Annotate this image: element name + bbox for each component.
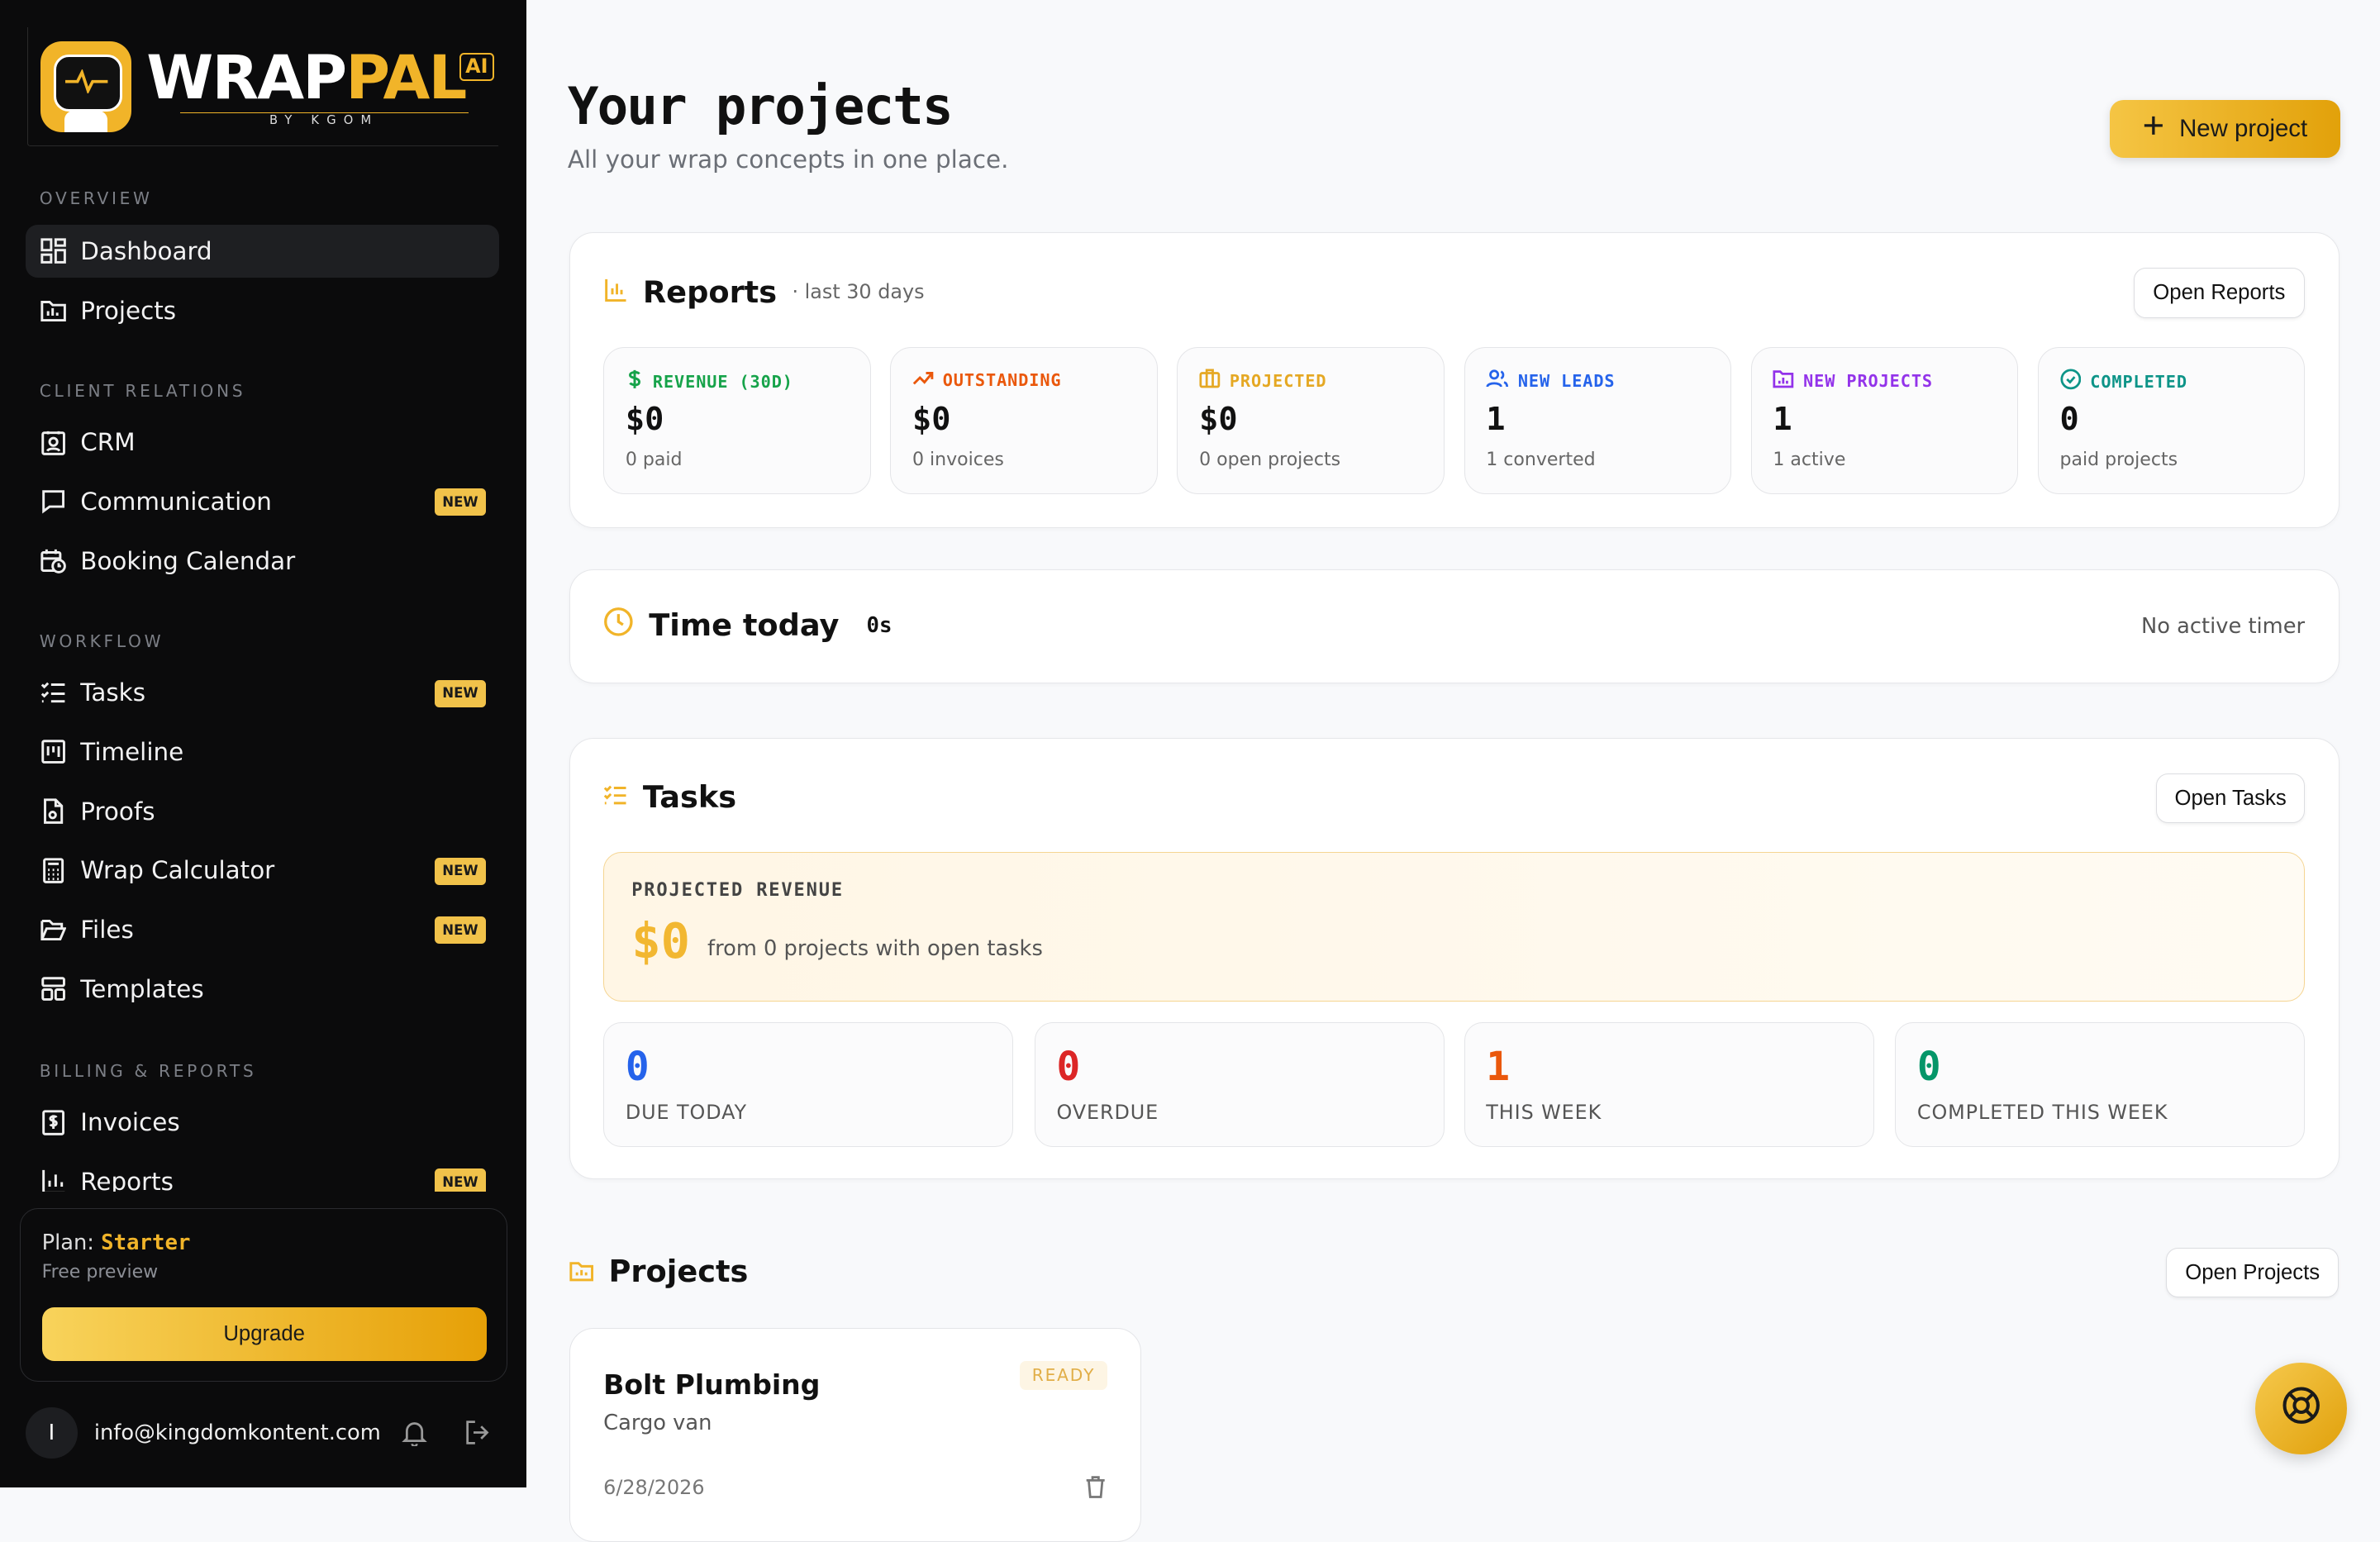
- lifebuoy-icon: [2280, 1384, 2322, 1432]
- users-icon: [1486, 369, 1509, 393]
- calculator-icon: [40, 857, 67, 884]
- sidebar-item-projects[interactable]: Projects: [26, 283, 499, 336]
- bar-chart-icon: [40, 1168, 67, 1192]
- sidebar-item-dashboard[interactable]: Dashboard: [26, 224, 500, 278]
- sidebar-item-tasks[interactable]: Tasks NEW: [26, 666, 499, 719]
- check-circle-icon: [2059, 369, 2082, 394]
- stat-completed: COMPLETED 0 paid projects: [2037, 346, 2306, 495]
- ai-badge: AI: [459, 53, 494, 81]
- time-today-card: Time today 0s No active timer: [569, 569, 2340, 683]
- sidebar-scroll-clip: Reports NEW: [0, 1155, 526, 1192]
- plan-subtitle: Free preview: [41, 1262, 159, 1283]
- timer-status: No active timer: [2141, 614, 2306, 639]
- brand-wordmark: WRAPPAL: [146, 43, 467, 114]
- upgrade-button[interactable]: Upgrade: [41, 1307, 487, 1361]
- project-card[interactable]: Bolt Plumbing Cargo van READY 6/28/2026: [569, 1328, 1142, 1542]
- trend-up-icon: [912, 369, 934, 391]
- invoice-icon: [40, 1109, 67, 1136]
- page-title: Your projects: [567, 75, 954, 136]
- new-project-button[interactable]: New project: [2110, 100, 2341, 158]
- reports-title: Reports · last 30 days: [603, 274, 925, 310]
- time-today-value: 0s: [866, 612, 892, 638]
- user-email: info@kingdomkontent.com: [93, 1421, 381, 1446]
- robot-mascot-icon: [40, 40, 131, 132]
- file-icon: [40, 797, 67, 825]
- projects-title: Projects: [569, 1254, 748, 1289]
- folder-chart-icon: [1773, 369, 1794, 393]
- calendar-clock-icon: [40, 547, 67, 574]
- project-name: Bolt Plumbing: [603, 1368, 821, 1401]
- checklist-icon: [603, 779, 627, 815]
- reports-card: Reports · last 30 days Open Reports REVE…: [569, 232, 2340, 529]
- plan-card: Plan: Starter Free preview Upgrade: [19, 1208, 507, 1382]
- sidebar-item-communication[interactable]: Communication NEW: [26, 475, 499, 528]
- sidebar-item-reports[interactable]: Reports NEW: [26, 1155, 499, 1192]
- new-badge: NEW: [435, 488, 486, 516]
- sidebar-item-crm[interactable]: CRM: [26, 416, 499, 469]
- brand-byline: BY KGOM: [179, 112, 469, 127]
- dollar-icon: [626, 369, 644, 394]
- tasks-title: Tasks: [603, 779, 736, 815]
- projected-revenue-panel: PROJECTED REVENUE $0 from 0 projects wit…: [603, 852, 2306, 1002]
- task-stat-this-week: 1 THIS WEEK: [1464, 1022, 1874, 1147]
- section-label-client-relations: CLIENT RELATIONS: [39, 381, 246, 401]
- task-stat-due-today: 0 DUE TODAY: [603, 1022, 1014, 1147]
- avatar[interactable]: I: [26, 1406, 78, 1459]
- new-badge: NEW: [435, 1168, 486, 1192]
- task-stat-overdue: 0 OVERDUE: [1034, 1022, 1445, 1147]
- new-badge: NEW: [435, 916, 486, 945]
- reports-range: · last 30 days: [792, 280, 925, 304]
- stat-new-leads: NEW LEADS 1 1 converted: [1464, 346, 1731, 495]
- sidebar-item-files[interactable]: Files NEW: [26, 903, 499, 956]
- dashboard-icon: [40, 237, 67, 264]
- plus-icon: [2143, 115, 2164, 143]
- chat-icon: [40, 488, 67, 515]
- new-badge: NEW: [435, 857, 486, 885]
- page-subtitle: All your wrap concepts in one place.: [567, 145, 1009, 174]
- project-date: 6/28/2026: [603, 1476, 705, 1500]
- checklist-icon: [40, 679, 67, 707]
- briefcase-icon: [1199, 369, 1221, 393]
- sidebar-item-timeline[interactable]: Timeline: [26, 726, 499, 778]
- section-label-workflow: WORKFLOW: [39, 631, 164, 652]
- plan-name: Plan: Starter: [41, 1230, 191, 1255]
- open-projects-button[interactable]: Open Projects: [2165, 1247, 2340, 1298]
- folder-chart-icon: [40, 297, 67, 324]
- project-type: Cargo van: [603, 1411, 712, 1436]
- time-today-title: Time today 0s: [603, 607, 892, 645]
- template-icon: [40, 975, 67, 1002]
- section-label-billing-reports: BILLING & REPORTS: [39, 1060, 257, 1081]
- brand-logo[interactable]: WRAPPAL AI BY KGOM: [27, 27, 499, 147]
- trash-icon[interactable]: [1083, 1474, 1107, 1504]
- clock-icon: [603, 607, 634, 645]
- stat-new-projects: NEW PROJECTS 1 1 active: [1750, 346, 2019, 495]
- logout-icon[interactable]: [464, 1419, 492, 1452]
- section-label-overview: OVERVIEW: [39, 188, 153, 208]
- task-stat-completed-this-week: 0 COMPLETED THIS WEEK: [1895, 1022, 2306, 1147]
- timeline-icon: [40, 739, 67, 766]
- open-reports-button[interactable]: Open Reports: [2133, 268, 2306, 318]
- bar-chart-icon: [603, 274, 627, 310]
- contact-icon: [40, 429, 67, 456]
- stat-projected: PROJECTED $0 0 open projects: [1177, 346, 1445, 495]
- tasks-card: Tasks Open Tasks PROJECTED REVENUE $0 fr…: [569, 737, 2340, 1180]
- stat-revenue: REVENUE (30D) $0 0 paid: [603, 346, 871, 495]
- status-badge: READY: [1020, 1360, 1107, 1390]
- sidebar-item-wrap-calculator[interactable]: Wrap Calculator NEW: [26, 844, 499, 897]
- sidebar-item-proofs[interactable]: Proofs: [26, 785, 499, 838]
- open-tasks-button[interactable]: Open Tasks: [2156, 773, 2306, 824]
- help-button[interactable]: [2255, 1363, 2347, 1454]
- sidebar: WRAPPAL AI BY KGOM OVERVIEW Dashboard Pr…: [0, 0, 527, 1487]
- user-row: I info@kingdomkontent.com: [26, 1404, 499, 1464]
- bell-icon[interactable]: [401, 1419, 428, 1452]
- sidebar-item-templates[interactable]: Templates: [26, 962, 499, 1015]
- stat-outstanding: OUTSTANDING $0 0 invoices: [890, 346, 1158, 495]
- new-badge: NEW: [435, 679, 486, 707]
- folder-icon: [569, 1254, 593, 1289]
- sidebar-item-booking-calendar[interactable]: Booking Calendar: [26, 535, 499, 588]
- sidebar-item-invoices[interactable]: Invoices: [26, 1096, 499, 1149]
- folder-open-icon: [40, 916, 67, 943]
